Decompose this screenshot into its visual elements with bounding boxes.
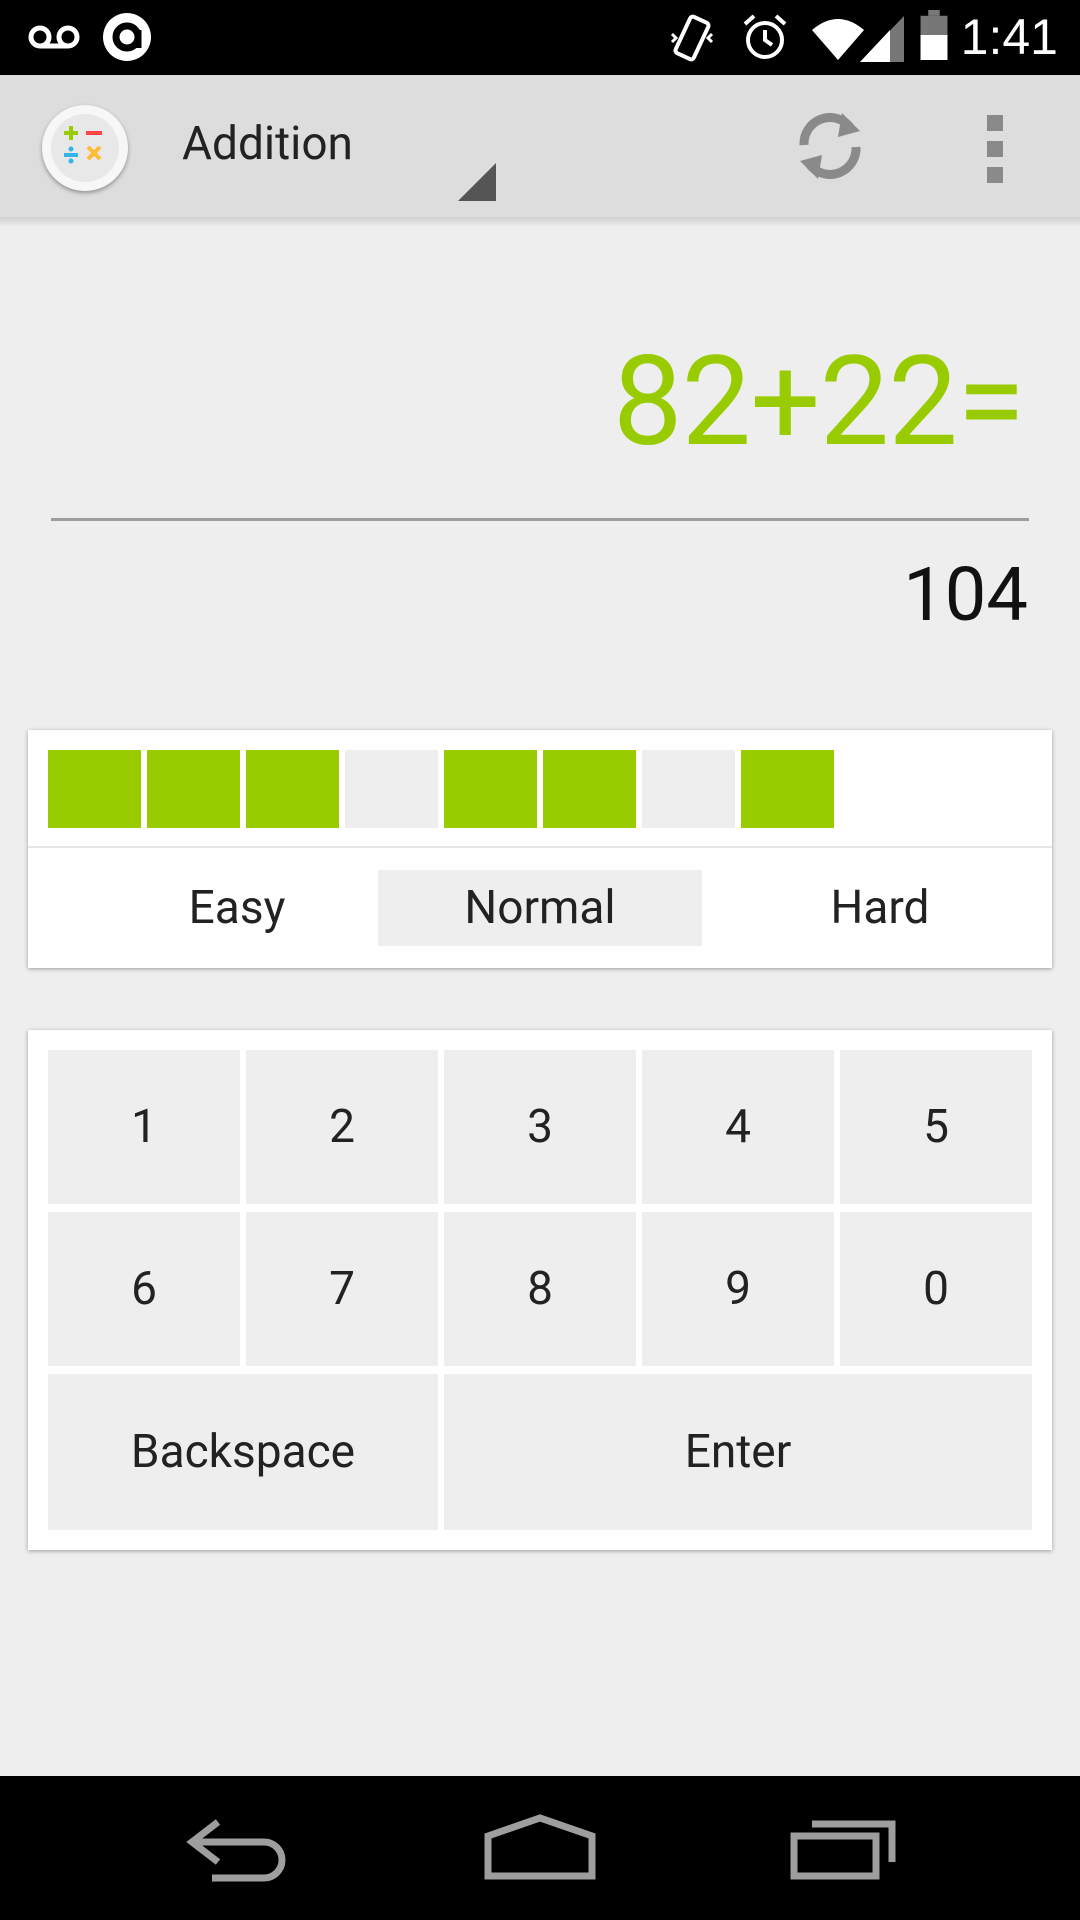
difficulty-easy-button[interactable]: Easy xyxy=(76,870,398,946)
navigation-bar xyxy=(0,1776,1080,1920)
progress-cell-correct xyxy=(147,750,240,828)
progress-indicator xyxy=(48,750,1032,828)
progress-cell-correct xyxy=(543,750,636,828)
answer-divider xyxy=(51,518,1029,521)
action-bar-shadow xyxy=(0,217,1080,227)
key-8[interactable]: 8 xyxy=(444,1212,636,1366)
progress-cell-correct xyxy=(741,750,834,828)
key-5[interactable]: 5 xyxy=(840,1050,1032,1204)
key-1[interactable]: 1 xyxy=(48,1050,240,1204)
recents-icon xyxy=(790,1820,896,1880)
vibrate-icon xyxy=(670,14,714,62)
progress-cell-correct xyxy=(246,750,339,828)
refresh-icon xyxy=(799,113,861,179)
progress-cell-correct xyxy=(48,750,141,828)
enter-button[interactable]: Enter xyxy=(444,1374,1032,1530)
app-notification-icon xyxy=(103,13,151,61)
home-button[interactable] xyxy=(480,1806,600,1886)
backspace-button[interactable]: Backspace xyxy=(48,1374,438,1530)
signal-icon xyxy=(860,16,904,62)
app-logo-icon[interactable] xyxy=(42,105,128,191)
alarm-icon xyxy=(743,14,787,59)
action-bar: Addition xyxy=(0,75,1080,217)
progress-cell-empty xyxy=(642,750,735,828)
difficulty-normal-button[interactable]: Normal xyxy=(378,870,702,946)
key-2[interactable]: 2 xyxy=(246,1050,438,1204)
equation-text: 82+22= xyxy=(612,330,1025,475)
key-9[interactable]: 9 xyxy=(642,1212,834,1366)
back-icon xyxy=(186,1819,286,1882)
recents-button[interactable] xyxy=(782,1806,902,1886)
voicemail-icon xyxy=(28,25,80,49)
overflow-menu-icon[interactable] xyxy=(970,115,1020,183)
progress-cell-correct xyxy=(444,750,537,828)
keypad-card: 1 2 3 4 5 6 7 8 9 0 Backspace Enter xyxy=(28,1030,1052,1550)
card-separator xyxy=(28,846,1052,848)
key-7[interactable]: 7 xyxy=(246,1212,438,1366)
key-6[interactable]: 6 xyxy=(48,1212,240,1366)
status-time: 1:41 xyxy=(960,9,1058,65)
key-3[interactable]: 3 xyxy=(444,1050,636,1204)
battery-icon xyxy=(920,10,948,60)
status-bar: 1:41 xyxy=(0,0,1080,75)
key-0[interactable]: 0 xyxy=(840,1212,1032,1366)
back-button[interactable] xyxy=(178,1806,298,1886)
wifi-icon xyxy=(812,19,864,60)
spinner-triangle-icon[interactable] xyxy=(458,163,496,201)
answer-field[interactable]: 104 xyxy=(903,552,1028,639)
difficulty-hard-button[interactable]: Hard xyxy=(730,870,1030,946)
home-icon xyxy=(484,1814,596,1880)
refresh-button[interactable] xyxy=(790,105,870,187)
progress-cell-empty xyxy=(345,750,438,828)
key-4[interactable]: 4 xyxy=(642,1050,834,1204)
progress-difficulty-card: Easy Normal Hard xyxy=(28,730,1052,968)
math-symbols-icon xyxy=(51,114,119,182)
progress-cell-none xyxy=(939,750,1032,828)
progress-cell-none xyxy=(840,750,933,828)
mode-spinner-title[interactable]: Addition xyxy=(182,117,353,171)
